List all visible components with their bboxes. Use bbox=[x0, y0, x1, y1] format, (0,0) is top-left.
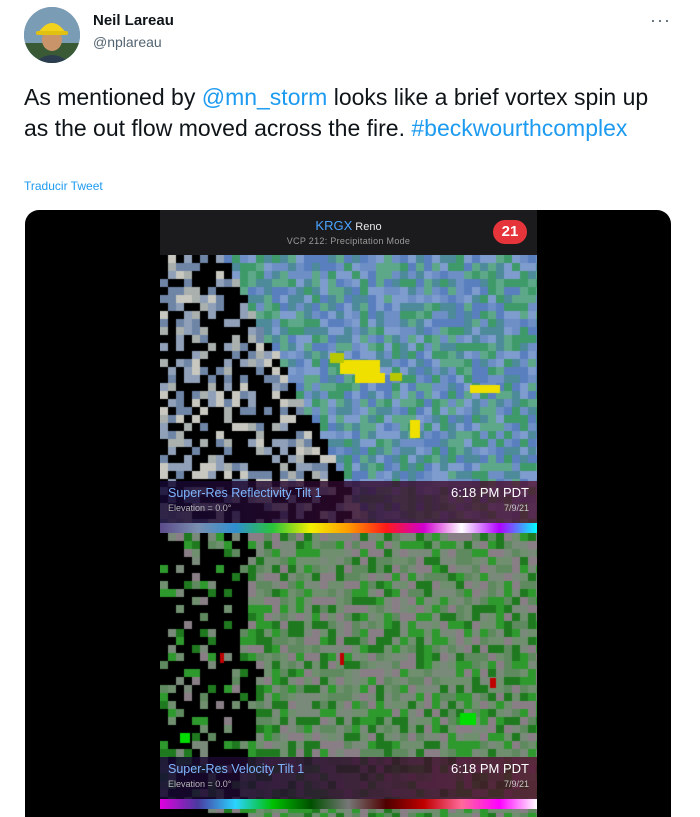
reflectivity-label-bar: Super-Res Reflectivity Tilt 1 Elevation … bbox=[160, 481, 537, 523]
station-city: Reno bbox=[355, 221, 382, 233]
velocity-label-bar: Super-Res Velocity Tilt 1 Elevation = 0.… bbox=[160, 757, 537, 799]
hashtag-link[interactable]: #beckwourthcomplex bbox=[411, 115, 627, 141]
product-name: Super-Res Reflectivity Tilt 1 bbox=[168, 486, 322, 500]
author-name[interactable]: Neil Lareau bbox=[93, 12, 174, 29]
product-name: Super-Res Velocity Tilt 1 bbox=[168, 762, 305, 776]
mention-link[interactable]: @mn_storm bbox=[202, 84, 328, 110]
radar-station: KRGX Reno bbox=[160, 218, 537, 233]
reflectivity-panel: Super-Res Reflectivity Tilt 1 Elevation … bbox=[160, 255, 537, 533]
translate-tweet-link[interactable]: Traducir Tweet bbox=[24, 179, 103, 193]
author-handle[interactable]: @nplareau bbox=[93, 34, 162, 50]
scan-time: 6:18 PM PDT bbox=[450, 761, 529, 776]
scan-time: 6:18 PM PDT bbox=[450, 485, 529, 500]
radar-app-screenshot: KRGX Reno VCP 212: Precipitation Mode 21 … bbox=[160, 210, 537, 817]
author-avatar[interactable] bbox=[24, 7, 80, 63]
reflectivity-color-scale bbox=[160, 523, 537, 533]
station-id: KRGX bbox=[315, 218, 353, 233]
velocity-color-scale bbox=[160, 799, 537, 809]
notification-badge: 21 bbox=[493, 220, 527, 244]
velocity-panel: Super-Res Velocity Tilt 1 Elevation = 0.… bbox=[160, 533, 537, 817]
scan-date: 7/9/21 bbox=[503, 503, 529, 513]
tweet-text: As mentioned by @mn_storm looks like a b… bbox=[24, 82, 674, 144]
scan-date: 7/9/21 bbox=[503, 779, 529, 789]
avatar-image bbox=[24, 7, 80, 63]
elevation-label: Elevation = 0.0° bbox=[168, 503, 232, 513]
radar-header: KRGX Reno VCP 212: Precipitation Mode 21 bbox=[160, 210, 537, 255]
elevation-label: Elevation = 0.0° bbox=[168, 779, 232, 789]
tweet-text-part: As mentioned by bbox=[24, 84, 202, 110]
radar-mode: VCP 212: Precipitation Mode bbox=[286, 236, 411, 246]
tweet-media[interactable]: KRGX Reno VCP 212: Precipitation Mode 21 … bbox=[25, 210, 671, 817]
more-horizontal-icon[interactable]: ··· bbox=[650, 10, 671, 31]
